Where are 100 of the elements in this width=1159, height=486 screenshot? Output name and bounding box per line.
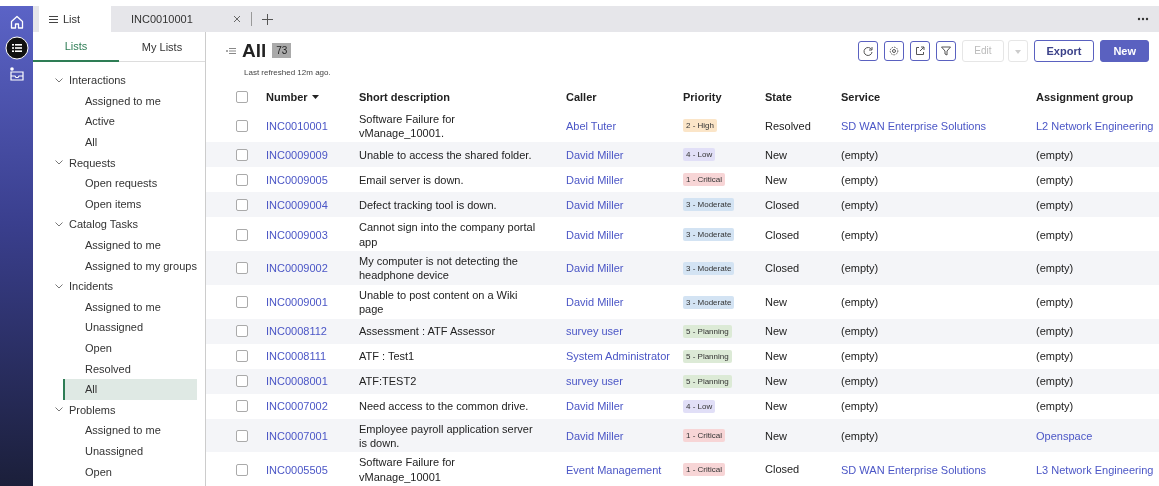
- tree-item[interactable]: Resolved: [33, 358, 197, 379]
- row-checkbox[interactable]: [236, 173, 248, 186]
- column-header[interactable]: Priority: [683, 90, 722, 103]
- table-cell: (empty): [841, 348, 879, 364]
- priority-tag: 3 - Moderate: [683, 295, 735, 309]
- tree-item[interactable]: Assigned to my groups: [33, 255, 197, 276]
- tree-item[interactable]: Active: [33, 111, 197, 132]
- incident-number-link[interactable]: INC0007001: [266, 429, 328, 442]
- settings-button[interactable]: [884, 40, 905, 61]
- tab[interactable]: List: [39, 6, 111, 32]
- caller-link[interactable]: David Miller: [566, 173, 624, 186]
- tree-item[interactable]: Assigned to me: [33, 234, 197, 256]
- incident-number-link[interactable]: INC0008111: [266, 350, 327, 362]
- row-checkbox[interactable]: [236, 325, 248, 337]
- list-icon[interactable]: [4, 36, 29, 60]
- incident-number-link[interactable]: INC0008112: [266, 325, 327, 337]
- column-header[interactable]: Caller: [566, 90, 597, 103]
- caller-link[interactable]: David Miller: [566, 148, 624, 161]
- incident-number-link[interactable]: INC0009003: [266, 228, 328, 241]
- tree-item[interactable]: Assigned to me: [33, 296, 197, 318]
- select-all-checkbox[interactable]: [236, 90, 248, 103]
- row-checkbox[interactable]: [236, 463, 248, 476]
- tree-item[interactable]: Open: [33, 461, 197, 482]
- close-icon[interactable]: [233, 15, 241, 23]
- tree-item[interactable]: All: [63, 378, 197, 400]
- caller-link[interactable]: System Administrator: [566, 350, 670, 362]
- tree-group[interactable]: Incidents: [33, 275, 205, 297]
- tab[interactable]: INC0010001: [121, 6, 209, 32]
- column-header[interactable]: Assignment group: [1036, 90, 1134, 103]
- tree-item[interactable]: Unassigned: [33, 317, 197, 338]
- service-link[interactable]: SD WAN Enterprise Solutions: [841, 119, 987, 132]
- incident-number-link[interactable]: INC0009001: [266, 296, 328, 309]
- new-button[interactable]: New: [1100, 39, 1149, 62]
- column-header[interactable]: Number: [266, 90, 319, 103]
- tree-item[interactable]: Open requests: [33, 172, 197, 194]
- tree-group[interactable]: Interactions: [33, 70, 205, 91]
- export-button[interactable]: Export: [1033, 39, 1095, 62]
- caller-link[interactable]: Abel Tuter: [566, 119, 617, 132]
- group-link[interactable]: L3 Network Engineering: [1036, 463, 1154, 476]
- row-checkbox[interactable]: [236, 296, 248, 309]
- priority-tag: 3 - Moderate: [683, 261, 735, 275]
- caller-link[interactable]: David Miller: [566, 400, 624, 412]
- tree-item[interactable]: All: [33, 131, 197, 153]
- service-link[interactable]: SD WAN Enterprise Solutions: [841, 463, 987, 476]
- incident-number-link[interactable]: INC0009004: [266, 198, 328, 211]
- column-header[interactable]: Short description: [359, 90, 451, 103]
- row-checkbox[interactable]: [236, 429, 248, 442]
- caller-link[interactable]: survey user: [566, 375, 623, 387]
- inbox-icon[interactable]: [8, 66, 25, 82]
- table-cell-text: Software Failure for vManage_10001: [359, 455, 456, 484]
- more-icon[interactable]: [1137, 17, 1149, 21]
- row-checkbox[interactable]: [236, 400, 248, 412]
- table-cell-text: My computer is not detecting the headphone device: [359, 254, 519, 283]
- dropdown-button[interactable]: [1007, 39, 1028, 62]
- incident-number-link[interactable]: INC0009005: [266, 173, 328, 186]
- filter-button[interactable]: [936, 40, 957, 61]
- priority-tag: 1 - Critical: [683, 463, 725, 477]
- column-header[interactable]: Service: [841, 90, 881, 103]
- sidebar-tab[interactable]: My Lists: [119, 32, 205, 61]
- table-cell: Email server is down.: [359, 172, 464, 187]
- collapse-icon[interactable]: [226, 47, 236, 54]
- caller-link[interactable]: Event Management: [566, 463, 662, 476]
- incident-number-link[interactable]: INC0010001: [266, 119, 328, 132]
- tree-item[interactable]: Open: [33, 337, 197, 359]
- row-checkbox[interactable]: [236, 198, 248, 211]
- tree-group[interactable]: Problems: [33, 399, 205, 421]
- home-icon[interactable]: [8, 14, 25, 30]
- tree-item[interactable]: Assigned to me: [33, 420, 197, 441]
- row-checkbox[interactable]: [236, 350, 248, 362]
- tree-group[interactable]: Requests: [33, 152, 205, 173]
- incident-number-link[interactable]: INC0007002: [266, 400, 328, 412]
- table-cell: New: [765, 323, 787, 339]
- caller-link[interactable]: David Miller: [566, 228, 624, 241]
- row-checkbox[interactable]: [236, 262, 248, 275]
- incident-number-link[interactable]: INC0009009: [266, 148, 328, 161]
- group-link[interactable]: Openspace: [1036, 429, 1093, 442]
- refresh-button[interactable]: [858, 40, 879, 61]
- group-link[interactable]: L2 Network Engineering: [1036, 119, 1154, 132]
- tree-item[interactable]: Unassigned: [33, 440, 197, 462]
- caller-link[interactable]: David Miller: [566, 198, 624, 211]
- sidebar-tab[interactable]: Lists: [33, 32, 119, 62]
- incident-number-link[interactable]: INC0005505: [266, 463, 328, 476]
- column-header[interactable]: State: [765, 90, 792, 103]
- add-tab-icon[interactable]: [262, 13, 273, 25]
- tree-group[interactable]: Catalog Tasks: [33, 214, 205, 235]
- incident-number-link[interactable]: INC0008001: [266, 375, 328, 387]
- caller-link[interactable]: David Miller: [566, 296, 624, 309]
- tree-item[interactable]: Assigned to me: [33, 90, 197, 112]
- chevron-icon: [55, 407, 63, 413]
- row-checkbox[interactable]: [236, 375, 248, 387]
- row-checkbox[interactable]: [236, 148, 248, 161]
- share-button[interactable]: [910, 40, 931, 61]
- row-checkbox[interactable]: [236, 228, 248, 241]
- row-checkbox[interactable]: [236, 119, 248, 132]
- caller-link[interactable]: David Miller: [566, 262, 624, 275]
- tree-item[interactable]: Open items: [33, 193, 197, 215]
- caller-link[interactable]: survey user: [566, 325, 623, 337]
- chevron-icon: [55, 77, 63, 83]
- caller-link[interactable]: David Miller: [566, 429, 624, 442]
- incident-number-link[interactable]: INC0009002: [266, 262, 328, 275]
